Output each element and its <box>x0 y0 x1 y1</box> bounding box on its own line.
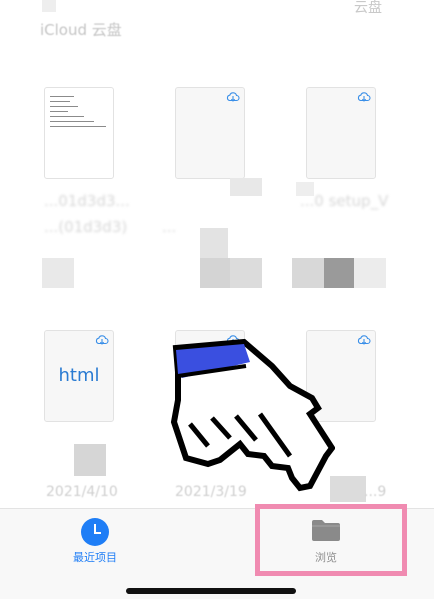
file-name-1: ...01d3d3... <box>44 192 130 210</box>
clock-icon[interactable] <box>81 518 109 546</box>
file-type-label: html <box>58 365 100 386</box>
mosaic-block <box>296 182 314 196</box>
header-placeholder <box>42 0 56 12</box>
mosaic-block <box>230 258 262 288</box>
mosaic-block <box>324 258 354 288</box>
location-title: iCloud 云盘 <box>40 21 122 39</box>
file-date-1: 2021/4/10 <box>46 484 118 500</box>
browse-tab-highlight <box>255 504 407 576</box>
cloud-download-icon <box>357 335 371 345</box>
file-name-1-line2: ...(01d3d3) <box>44 218 128 236</box>
mosaic-block <box>200 228 228 258</box>
cloud-download-icon <box>95 335 109 345</box>
file-card-icloud-3[interactable] <box>306 87 376 179</box>
mosaic-block <box>330 476 366 502</box>
mosaic-block <box>230 178 262 196</box>
mosaic-block <box>354 258 386 288</box>
file-card-html[interactable]: html <box>44 330 114 422</box>
mosaic-block <box>74 444 106 476</box>
home-indicator <box>126 588 296 594</box>
cloud-download-icon <box>226 92 240 102</box>
mosaic-block <box>200 258 230 288</box>
files-app-screen: 云盘 iCloud 云盘 ...01d3d3... ...(01d3d3) ..… <box>0 0 434 599</box>
file-date-3: ...9 <box>364 484 387 500</box>
file-card-document[interactable] <box>44 87 114 179</box>
file-card-icloud-2[interactable] <box>175 87 245 179</box>
document-preview <box>50 96 108 131</box>
mosaic-block <box>42 258 74 288</box>
file-name-2: ... <box>162 218 177 236</box>
mosaic-block <box>292 258 324 288</box>
cloud-download-icon <box>357 92 371 102</box>
pointing-hand-icon <box>170 338 335 492</box>
tab-recent-label[interactable]: 最近项目 <box>55 549 135 565</box>
header-top-right-text: 云盘 <box>354 0 382 16</box>
